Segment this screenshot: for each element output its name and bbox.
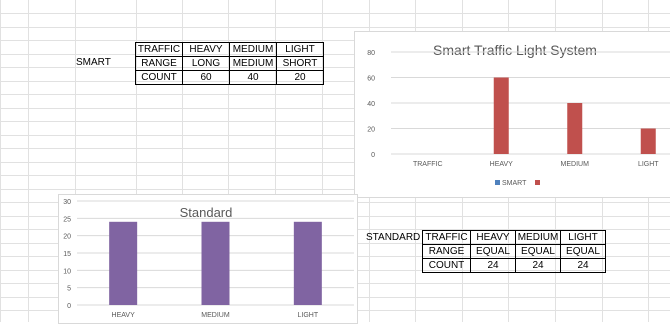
empty-cell[interactable]	[366, 259, 423, 273]
y-tick-label: 40	[367, 101, 375, 108]
bar[interactable]	[567, 103, 583, 154]
table-cell[interactable]: EQUAL	[515, 244, 561, 259]
table-cell[interactable]: SHORT	[276, 56, 324, 71]
smart-row-label: SMART	[76, 57, 111, 68]
y-tick-label: 30	[63, 199, 71, 206]
y-tick-label: 0	[371, 152, 375, 159]
standard-data-table: STANDARD TRAFFIC HEAVY MEDIUM LIGHT RANG…	[366, 230, 606, 273]
y-tick-label: 10	[63, 268, 71, 275]
table-cell[interactable]: LIGHT	[560, 230, 606, 245]
standard-traffic-chart: Standard 0 5 10 15 20 25 30 HEAVY MEDIUM LIGHT	[63, 199, 354, 319]
bar[interactable]	[640, 128, 656, 155]
table-cell[interactable]: COUNT	[422, 258, 471, 273]
x-tick-label: HEAVY	[490, 161, 514, 168]
table-cell[interactable]: TRAFFIC	[422, 230, 471, 245]
table-cell[interactable]: EQUAL	[470, 244, 516, 259]
table-cell[interactable]: 24	[560, 258, 606, 273]
table-cell[interactable]: 40	[229, 70, 277, 85]
empty-cell[interactable]	[366, 245, 423, 259]
y-tick-label: 0	[67, 303, 71, 310]
x-tick-label: LIGHT	[298, 312, 319, 319]
table-row: RANGE EQUAL EQUAL EQUAL	[366, 244, 606, 259]
table-cell[interactable]: 60	[182, 70, 230, 85]
table-cell[interactable]: EQUAL	[560, 244, 606, 259]
x-tick-label: MEDIUM	[561, 161, 590, 168]
y-tick-label: 15	[63, 251, 71, 258]
standard-row-label[interactable]: STANDARD	[366, 231, 423, 245]
bar[interactable]	[109, 221, 138, 305]
table-cell[interactable]: COUNT	[135, 70, 183, 85]
table-row: COUNT 24 24 24	[366, 258, 606, 273]
table-row: RANGE LONG MEDIUM SHORT	[135, 56, 324, 71]
bar[interactable]	[293, 221, 322, 305]
table-row: STANDARD TRAFFIC HEAVY MEDIUM LIGHT	[366, 230, 606, 245]
table-cell[interactable]: MEDIUM	[229, 42, 277, 57]
y-tick-label: 5	[67, 286, 71, 293]
table-cell[interactable]: HEAVY	[182, 42, 230, 57]
table-row: TRAFFIC HEAVY MEDIUM LIGHT	[135, 42, 324, 57]
table-cell[interactable]: RANGE	[422, 244, 471, 259]
y-tick-label: 20	[367, 127, 375, 134]
x-tick-label: TRAFFIC	[413, 161, 443, 168]
table-cell[interactable]: LIGHT	[276, 42, 324, 57]
table-cell[interactable]: HEAVY	[470, 230, 516, 245]
smart-chart-panel[interactable]: Smart Traffic Light System 0 20 40 60 80 TRA…	[354, 31, 670, 198]
x-tick-label: LIGHT	[638, 161, 659, 168]
bar[interactable]	[201, 221, 230, 305]
y-tick-label: 25	[63, 216, 71, 223]
legend-marker-series	[535, 180, 540, 185]
legend-label-smart: SMART	[502, 180, 527, 187]
x-tick-label: MEDIUM	[201, 312, 230, 319]
chart-title: Standard	[180, 205, 233, 220]
y-tick-label: 80	[367, 50, 375, 57]
table-cell[interactable]: 24	[515, 258, 561, 273]
smart-traffic-chart: Smart Traffic Light System 0 20 40 60 80 TRA…	[367, 42, 670, 187]
table-row: COUNT 60 40 20	[135, 70, 324, 85]
bar[interactable]	[493, 77, 509, 155]
standard-chart-panel[interactable]: Standard 0 5 10 15 20 25 30 HEAVY MEDIUM LIGHT	[58, 194, 358, 324]
table-cell[interactable]: RANGE	[135, 56, 183, 71]
chart-title: Smart Traffic Light System	[433, 42, 597, 58]
smart-data-table: TRAFFIC HEAVY MEDIUM LIGHT RANGE LONG ME…	[135, 42, 324, 85]
x-tick-label: HEAVY	[112, 312, 136, 319]
table-cell[interactable]: 20	[276, 70, 324, 85]
table-cell[interactable]: LONG	[182, 56, 230, 71]
table-cell[interactable]: MEDIUM	[515, 230, 561, 245]
y-tick-label: 60	[367, 76, 375, 83]
legend-marker-smart	[495, 180, 500, 185]
table-cell[interactable]: TRAFFIC	[135, 42, 183, 57]
y-tick-label: 20	[63, 234, 71, 241]
table-cell[interactable]: 24	[470, 258, 516, 273]
table-cell[interactable]: MEDIUM	[229, 56, 277, 71]
